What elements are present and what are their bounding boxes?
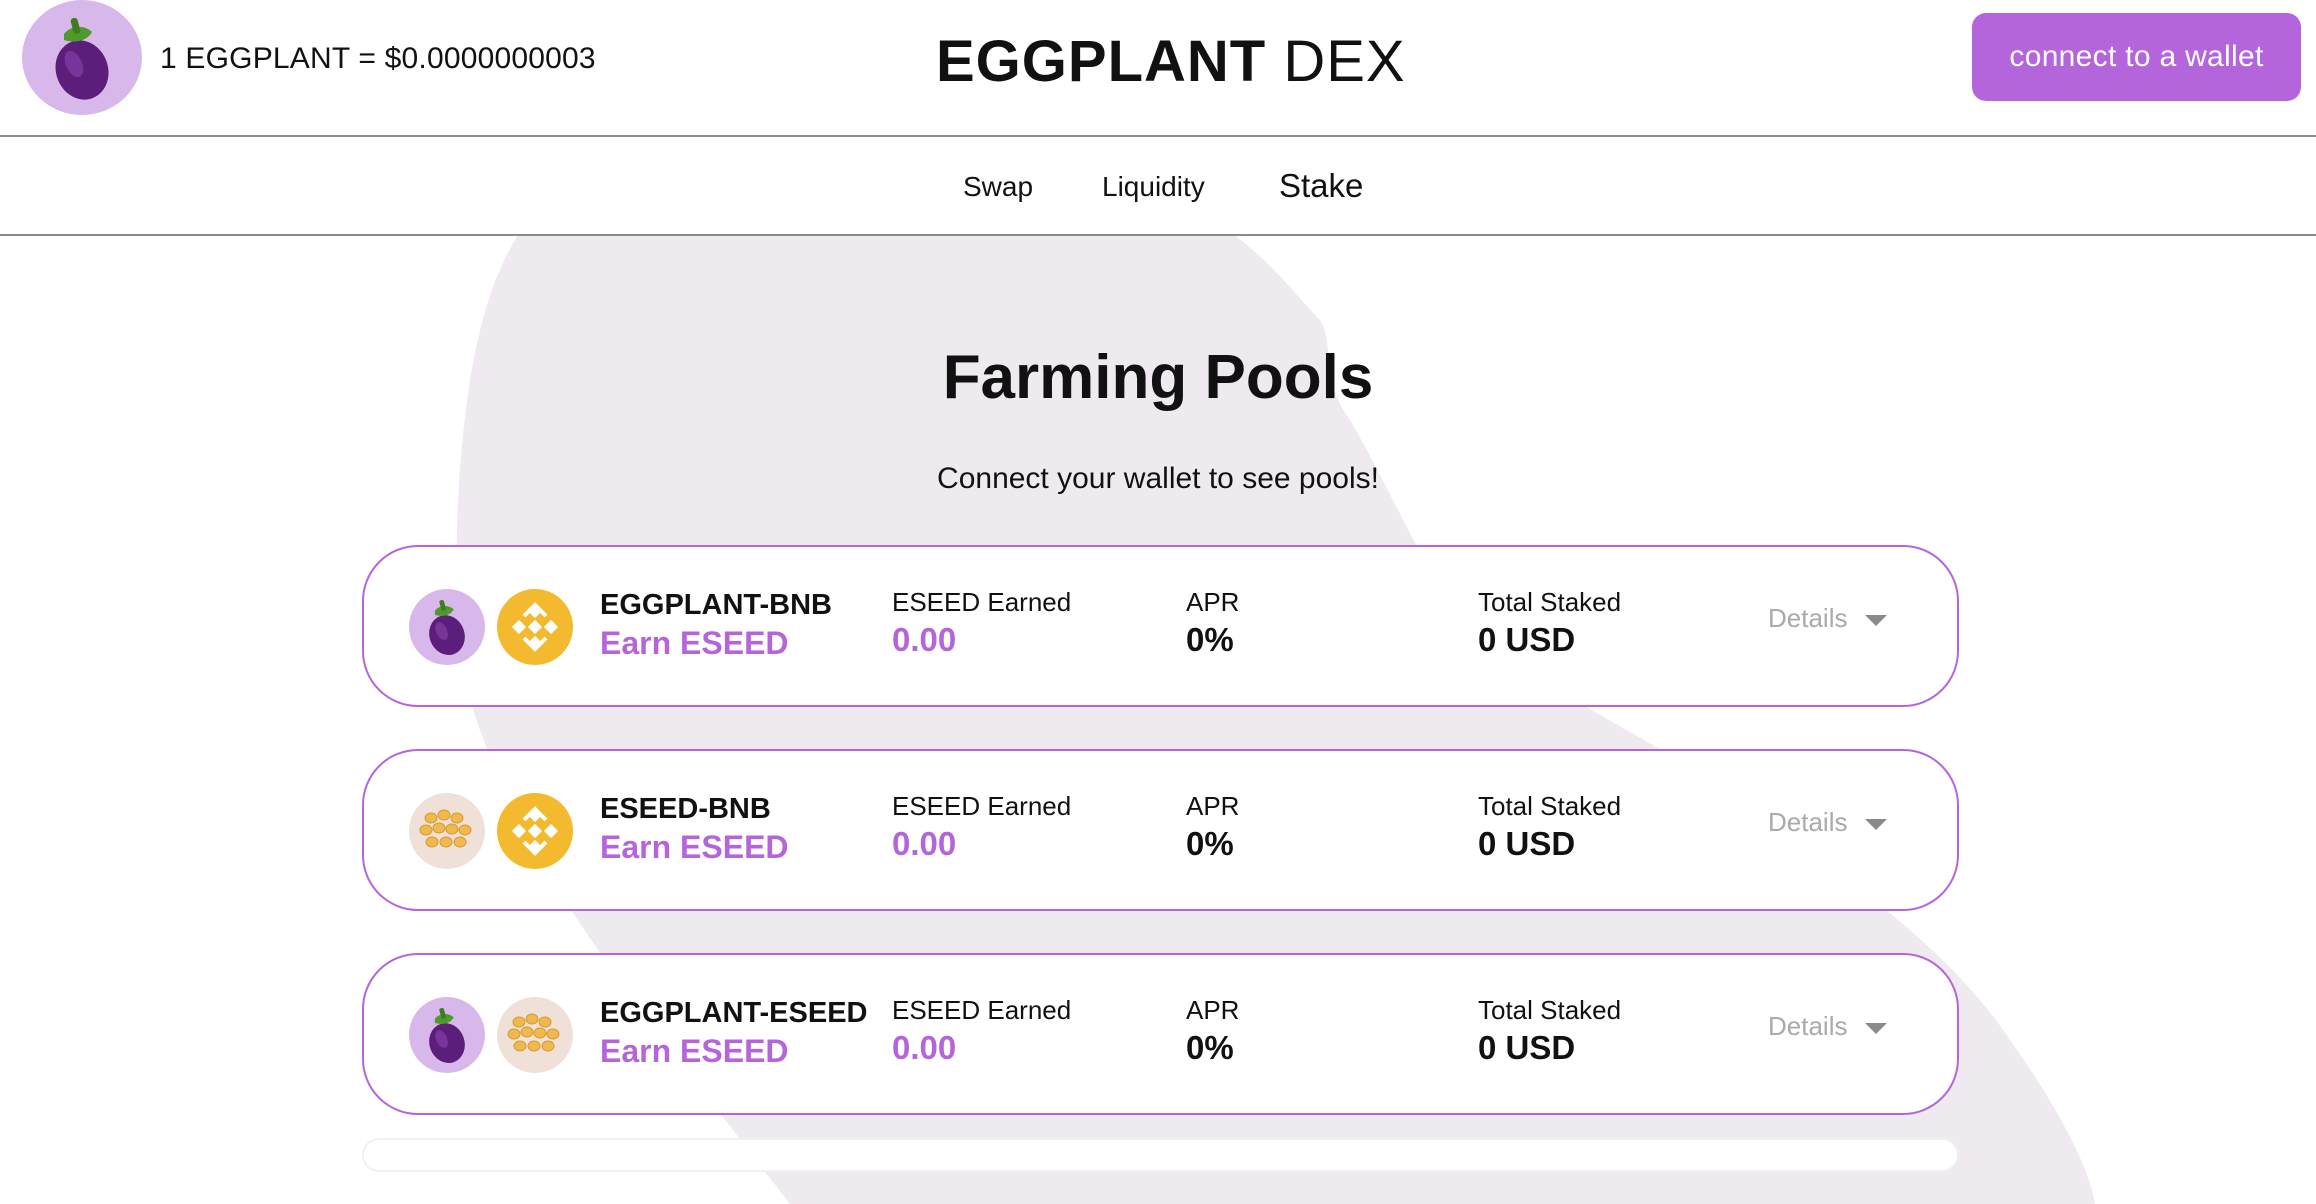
earned-label: ESEED Earned [892,587,1072,617]
seeds-icon [497,997,573,1073]
connect-wallet-button[interactable]: connect to a wallet [1972,13,2301,101]
eggplant-icon [409,997,485,1073]
pool-card-eggplant-bnb: EGGPLANT-BNB Earn ESEED ESEED Earned 0.0… [362,545,1959,707]
nav-stake[interactable]: Stake [1279,167,1363,205]
pool-name: EGGPLANT-ESEED [600,997,868,1029]
eggplant-icon [55,17,109,100]
total-staked-value: 0 USD [1478,1029,1576,1066]
total-staked-label: Total Staked [1478,995,1622,1025]
brand-title: EGGPLANT DEX [936,28,1406,95]
brand-bold: EGGPLANT [936,29,1267,94]
details-toggle[interactable]: Details [1768,603,1888,634]
chevron-down-icon [1865,615,1888,626]
nav-liquidity[interactable]: Liquidity [1102,171,1205,203]
eggplant-price: 1 EGGPLANT = $0.0000000003 [160,42,596,75]
pool-earn-token: Earn ESEED [600,829,789,865]
page-subtitle: Connect your wallet to see pools! [937,462,1379,495]
total-staked-value: 0 USD [1478,825,1576,862]
total-staked-label: Total Staked [1478,587,1622,617]
pool-earn-token: Earn ESEED [600,1033,789,1069]
apr-value: 0% [1186,825,1234,862]
top-header: 1 EGGPLANT = $0.0000000003 EGGPLANT DEX … [0,0,2316,137]
earned-value: 0.00 [892,825,957,862]
nav-swap[interactable]: Swap [963,171,1033,203]
bnb-icon [497,793,573,869]
eggplant-logo[interactable] [22,0,142,115]
pool-card-eggplant-eseed: EGGPLANT-ESEED Earn ESEED ESEED Earned 0… [362,953,1959,1115]
page-title: Farming Pools [942,343,1374,412]
earned-value: 0.00 [892,621,957,658]
earned-label: ESEED Earned [892,791,1072,821]
total-staked-value: 0 USD [1478,621,1576,658]
eggplant-icon [409,589,485,665]
total-staked-label: Total Staked [1478,791,1622,821]
apr-value: 0% [1186,621,1234,658]
pool-earn-token: Earn ESEED [600,625,789,661]
apr-label: APR [1186,791,1240,821]
apr-label: APR [1186,995,1240,1025]
details-toggle[interactable]: Details [1768,807,1888,838]
chevron-down-icon [1865,1023,1888,1034]
pool-card-partial [362,1138,1959,1172]
earned-value: 0.00 [892,1029,957,1066]
pool-name: EGGPLANT-BNB [600,589,832,621]
details-toggle[interactable]: Details [1768,1011,1888,1042]
apr-label: APR [1186,587,1240,617]
earned-label: ESEED Earned [892,995,1072,1025]
main-nav: Swap Liquidity Stake [0,137,2316,236]
details-label: Details [1768,603,1848,633]
chevron-down-icon [1865,819,1888,830]
brand-light: DEX [1266,29,1406,94]
bnb-icon [497,589,573,665]
details-label: Details [1768,1011,1848,1041]
apr-value: 0% [1186,1029,1234,1066]
pool-name: ESEED-BNB [600,793,771,825]
app-root: 1 EGGPLANT = $0.0000000003 EGGPLANT DEX … [0,0,2316,1204]
details-label: Details [1768,807,1848,837]
seeds-icon [409,793,485,869]
pool-card-eseed-bnb: ESEED-BNB Earn ESEED ESEED Earned 0.00 A… [362,749,1959,911]
